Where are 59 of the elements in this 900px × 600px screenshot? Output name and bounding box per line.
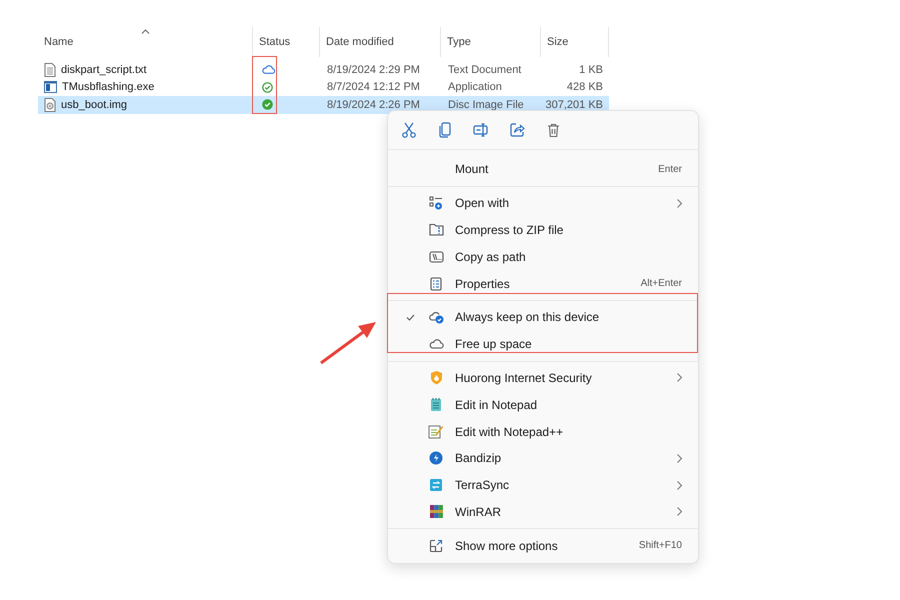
open-with-icon [429, 196, 443, 210]
stacked-books-icon [428, 504, 444, 520]
share-icon[interactable] [510, 123, 524, 137]
file-type: Application [448, 81, 502, 94]
file-size: 307,201 KB [546, 98, 603, 111]
trash-icon[interactable] [546, 122, 560, 138]
check-circle-icon [262, 99, 273, 110]
column-header[interactable]: Date modified [320, 27, 441, 57]
cloud-icon [262, 65, 275, 74]
highlight-box [252, 56, 277, 114]
menu-item[interactable]: Copy as path [392, 243, 694, 270]
file-row[interactable]: diskpart_script.txt 8/19/2024 2:29 PM Text Document 1 KB [38, 61, 609, 78]
text-file-icon [44, 62, 56, 77]
copy-icon[interactable] [439, 122, 451, 138]
copy-path-icon [428, 250, 444, 263]
column-header[interactable]: Status [253, 27, 320, 57]
menu-item[interactable]: Huorong Internet Security [392, 364, 694, 392]
file-size: 1 KB [579, 64, 603, 76]
column-header[interactable]: Name [38, 27, 253, 57]
file-size: 428 KB [566, 81, 603, 94]
rename-icon[interactable] [473, 123, 489, 137]
sync-app-icon [429, 478, 443, 492]
date-modified: 8/19/2024 2:29 PM [327, 64, 420, 76]
menu-item[interactable]: Open with [392, 190, 694, 217]
more-options-icon [429, 538, 443, 553]
cloud-check-icon [428, 310, 444, 324]
file-row[interactable]: TMusbflashing.exe 8/7/2024 12:12 PM Application 428 KB [38, 78, 609, 96]
date-modified: 8/7/2024 12:12 PM [327, 81, 420, 94]
disc-image-icon [44, 98, 56, 112]
application-icon [44, 81, 57, 94]
file-type: Text Document [448, 64, 522, 76]
check-circle-icon [262, 82, 273, 93]
file-row[interactable]: usb_boot.img 8/19/2024 2:26 PM Disc Image File 307,201 KB [38, 96, 609, 114]
properties-icon [430, 276, 442, 291]
menu-item[interactable]: TerraSync [392, 472, 694, 499]
menu-item[interactable]: Show more options Shift+F10 [392, 532, 694, 560]
menu-item[interactable]: Properties Alt+Enter [392, 270, 694, 297]
menu-item[interactable]: Mount Enter [392, 156, 694, 183]
menu-item[interactable]: Bandizip [392, 444, 694, 472]
column-header[interactable]: Type [441, 27, 541, 57]
date-modified: 8/19/2024 2:26 PM [327, 98, 420, 111]
notepad-icon [428, 424, 444, 440]
bandizip-icon [429, 451, 443, 466]
shield-icon [430, 370, 442, 386]
menu-item[interactable]: Edit with Notepad++ [392, 418, 694, 445]
menu-item[interactable]: Edit in Notepad [392, 391, 694, 418]
file-name: usb_boot.img [61, 98, 128, 111]
cloud-icon [428, 339, 444, 350]
file-name: diskpart_script.txt [61, 64, 147, 76]
menu-item[interactable]: WinRAR [392, 498, 694, 526]
column-header[interactable]: Size [541, 27, 609, 57]
file-type: Disc Image File [448, 98, 524, 111]
scissors-icon[interactable] [402, 122, 416, 138]
zip-folder-icon [428, 223, 444, 236]
notepad-icon [430, 397, 442, 412]
menu-item[interactable]: Free up space [392, 330, 694, 358]
menu-item[interactable]: Always keep on this device [392, 304, 694, 331]
menu-item[interactable]: Compress to ZIP file [392, 216, 694, 244]
file-name: TMusbflashing.exe [62, 81, 154, 94]
